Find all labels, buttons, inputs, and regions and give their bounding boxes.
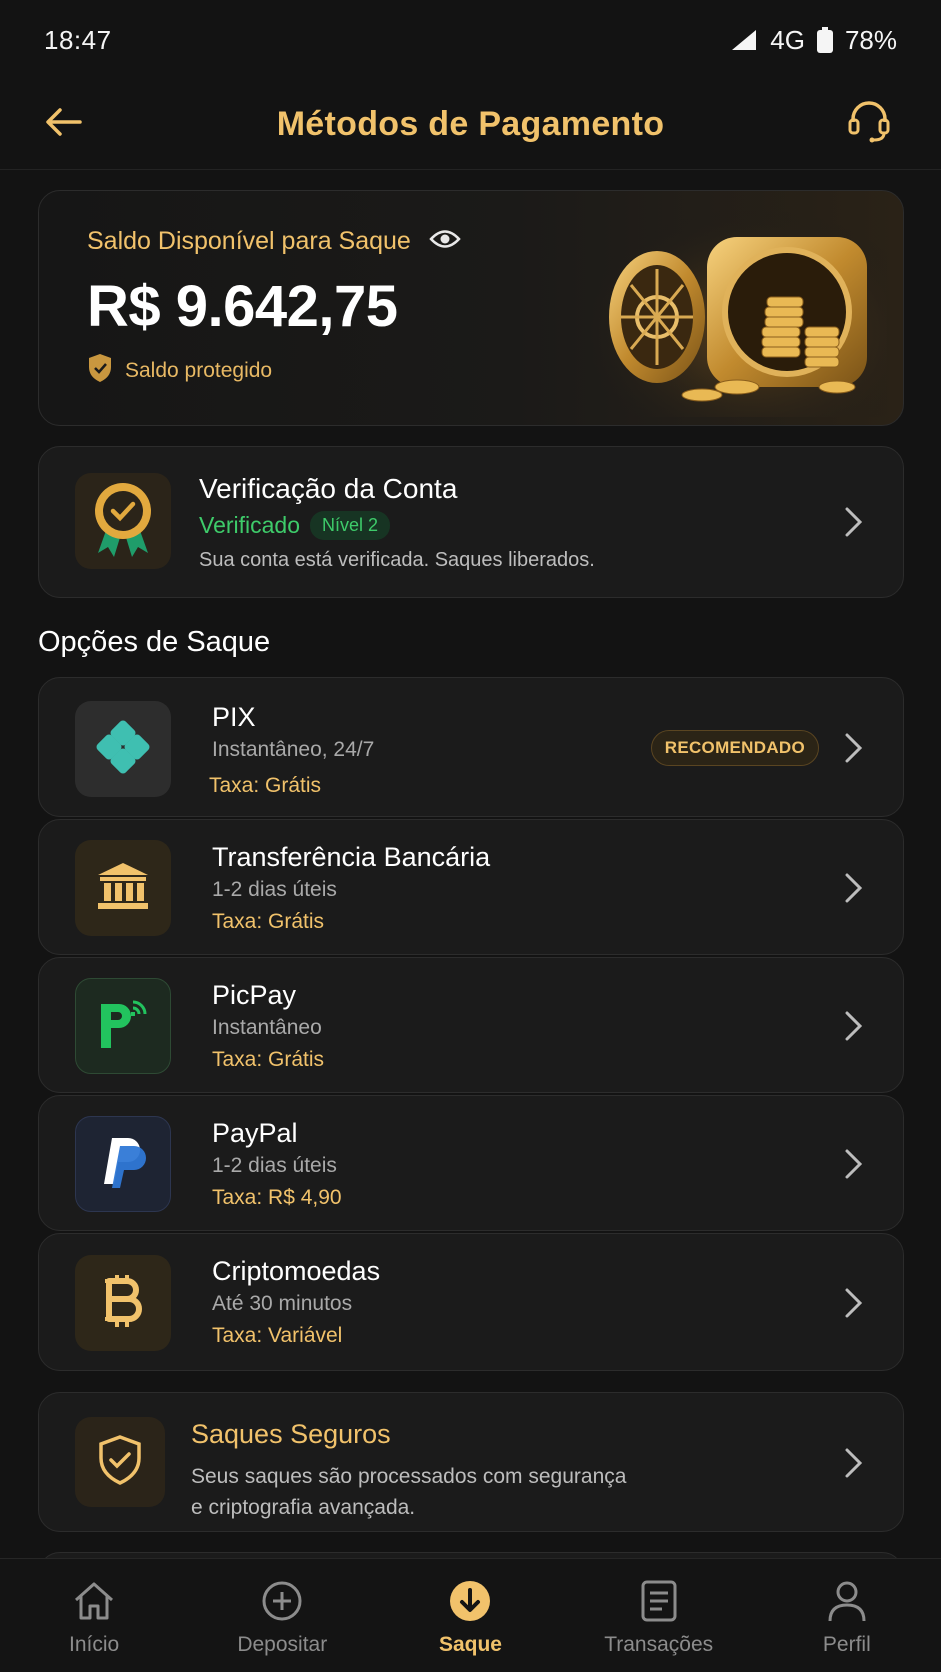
verification-status: Verificado (199, 512, 301, 538)
verification-icon-box (75, 473, 171, 569)
option-name: Criptomoedas (212, 1256, 381, 1286)
option-icon-box (75, 701, 171, 797)
pix-icon (95, 719, 151, 780)
back-button[interactable] (40, 100, 88, 148)
nav-item-depositar[interactable]: Depositar (188, 1559, 376, 1672)
chevron-right-icon (845, 733, 863, 763)
option-name: PIX (212, 702, 256, 732)
option-name: PicPay (212, 980, 297, 1010)
bottom-nav: Início Depositar Saque Transações Perfil (0, 1558, 941, 1672)
chevron-right-icon (845, 507, 863, 537)
battery-level: 78% (844, 24, 897, 55)
secure-description: Seus saques são processados com seguranç… (191, 1461, 711, 1523)
badge-check-icon (88, 479, 158, 564)
verification-title: Verificação da Conta (199, 473, 458, 504)
option-icon-box (75, 1255, 171, 1351)
app-header: Métodos de Pagamento (0, 80, 941, 170)
option-paypal[interactable]: PayPal 1-2 dias úteis Taxa: R$ 4,90 (38, 1095, 904, 1231)
nav-item-transacoes[interactable]: Transações (565, 1559, 753, 1672)
nav-label: Transações (604, 1633, 714, 1656)
option-fee: Taxa: Grátis (209, 774, 322, 797)
option-icon-box (75, 978, 171, 1074)
home-icon (70, 1577, 118, 1625)
option-time: 1-2 dias úteis (212, 1154, 337, 1177)
nav-label: Perfil (822, 1633, 871, 1656)
protected-row: Saldo protegido (87, 353, 272, 388)
option-fee: Taxa: Grátis (212, 1048, 325, 1071)
status-time: 18:47 (44, 24, 112, 55)
chevron-right-icon (845, 1149, 863, 1179)
nav-label: Saque (438, 1633, 502, 1656)
option-name: Transferência Bancária (212, 842, 491, 872)
protected-label: Saldo protegido (125, 358, 273, 382)
option-picpay[interactable]: PicPay Instantâneo Taxa: Grátis (38, 957, 904, 1093)
option-fee: Taxa: R$ 4,90 (212, 1186, 342, 1209)
verification-card[interactable]: Verificação da Conta Verificado Nível 2 … (38, 446, 904, 598)
recommended-badge: RECOMENDADO (650, 730, 819, 766)
secure-title: Saques Seguros (191, 1419, 391, 1449)
signal-icon (730, 28, 758, 52)
option-time: Até 30 minutos (212, 1292, 353, 1315)
secure-description-line: Seus saques são processados com seguranç… (191, 1465, 627, 1488)
option-pix[interactable]: PIX Instantâneo, 24/7 Taxa: Grátis RECOM… (38, 677, 904, 817)
secure-withdrawals-card[interactable]: Saques Seguros Seus saques são processad… (38, 1392, 904, 1532)
option-fee: Taxa: Grátis (212, 910, 325, 933)
support-button[interactable] (841, 96, 897, 152)
nav-label: Início (68, 1633, 120, 1656)
verification-description: Sua conta está verificada. Saques libera… (199, 549, 595, 571)
eye-icon[interactable] (429, 228, 461, 255)
status-indicators: 4G 78% (730, 25, 897, 56)
user-icon (823, 1577, 871, 1625)
option-time: 1-2 dias úteis (212, 878, 337, 901)
balance-label: Saldo Disponível para Saque (87, 227, 411, 255)
headset-icon (846, 100, 892, 149)
picpay-icon (95, 998, 151, 1055)
option-crypto[interactable]: Criptomoedas Até 30 minutos Taxa: Variáv… (38, 1233, 904, 1371)
chevron-right-icon (845, 1288, 863, 1318)
chevron-right-icon (845, 1448, 863, 1478)
battery-icon (816, 27, 833, 53)
nav-item-inicio[interactable]: Início (0, 1559, 188, 1672)
network-label: 4G (770, 24, 805, 55)
option-time: Instantâneo (212, 1016, 322, 1039)
option-icon-box (75, 1116, 171, 1212)
option-fee: Taxa: Variável (212, 1324, 343, 1347)
balance-label-row: Saldo Disponível para Saque (87, 227, 461, 256)
bank-icon (96, 861, 150, 916)
shield-check-icon (97, 1434, 143, 1491)
chevron-right-icon (845, 873, 863, 903)
balance-amount: R$ 9.642,75 (87, 274, 398, 339)
bitcoin-icon (99, 1271, 147, 1336)
arrow-left-icon (44, 106, 84, 143)
chevron-right-icon (845, 1011, 863, 1041)
level-badge: Nível 2 (310, 511, 391, 540)
options-section-title: Opções de Saque (38, 626, 271, 658)
option-icon-box (75, 840, 171, 936)
option-name: PayPal (212, 1118, 298, 1148)
nav-item-saque[interactable]: Saque (376, 1559, 564, 1672)
option-bank-transfer[interactable]: Transferência Bancária 1-2 dias úteis Ta… (38, 819, 904, 955)
status-bar: 18:47 4G 78% (0, 0, 941, 80)
nav-item-perfil[interactable]: Perfil (753, 1559, 941, 1672)
vault-illustration (587, 207, 887, 417)
balance-card: Saldo Disponível para Saque R$ 9.642,75 … (38, 190, 904, 426)
option-time: Instantâneo, 24/7 (212, 738, 375, 761)
verification-status-row: Verificado Nível 2 (199, 511, 391, 540)
paypal-icon (98, 1134, 148, 1195)
secure-description-line: e criptografia avançada. (191, 1496, 416, 1519)
nav-label: Depositar (237, 1633, 328, 1656)
document-icon (635, 1577, 683, 1625)
secure-icon-box (75, 1417, 165, 1507)
download-circle-icon (446, 1577, 494, 1625)
shield-check-icon (87, 353, 113, 388)
page-title: Métodos de Pagamento (276, 105, 665, 143)
plus-circle-icon (258, 1577, 306, 1625)
